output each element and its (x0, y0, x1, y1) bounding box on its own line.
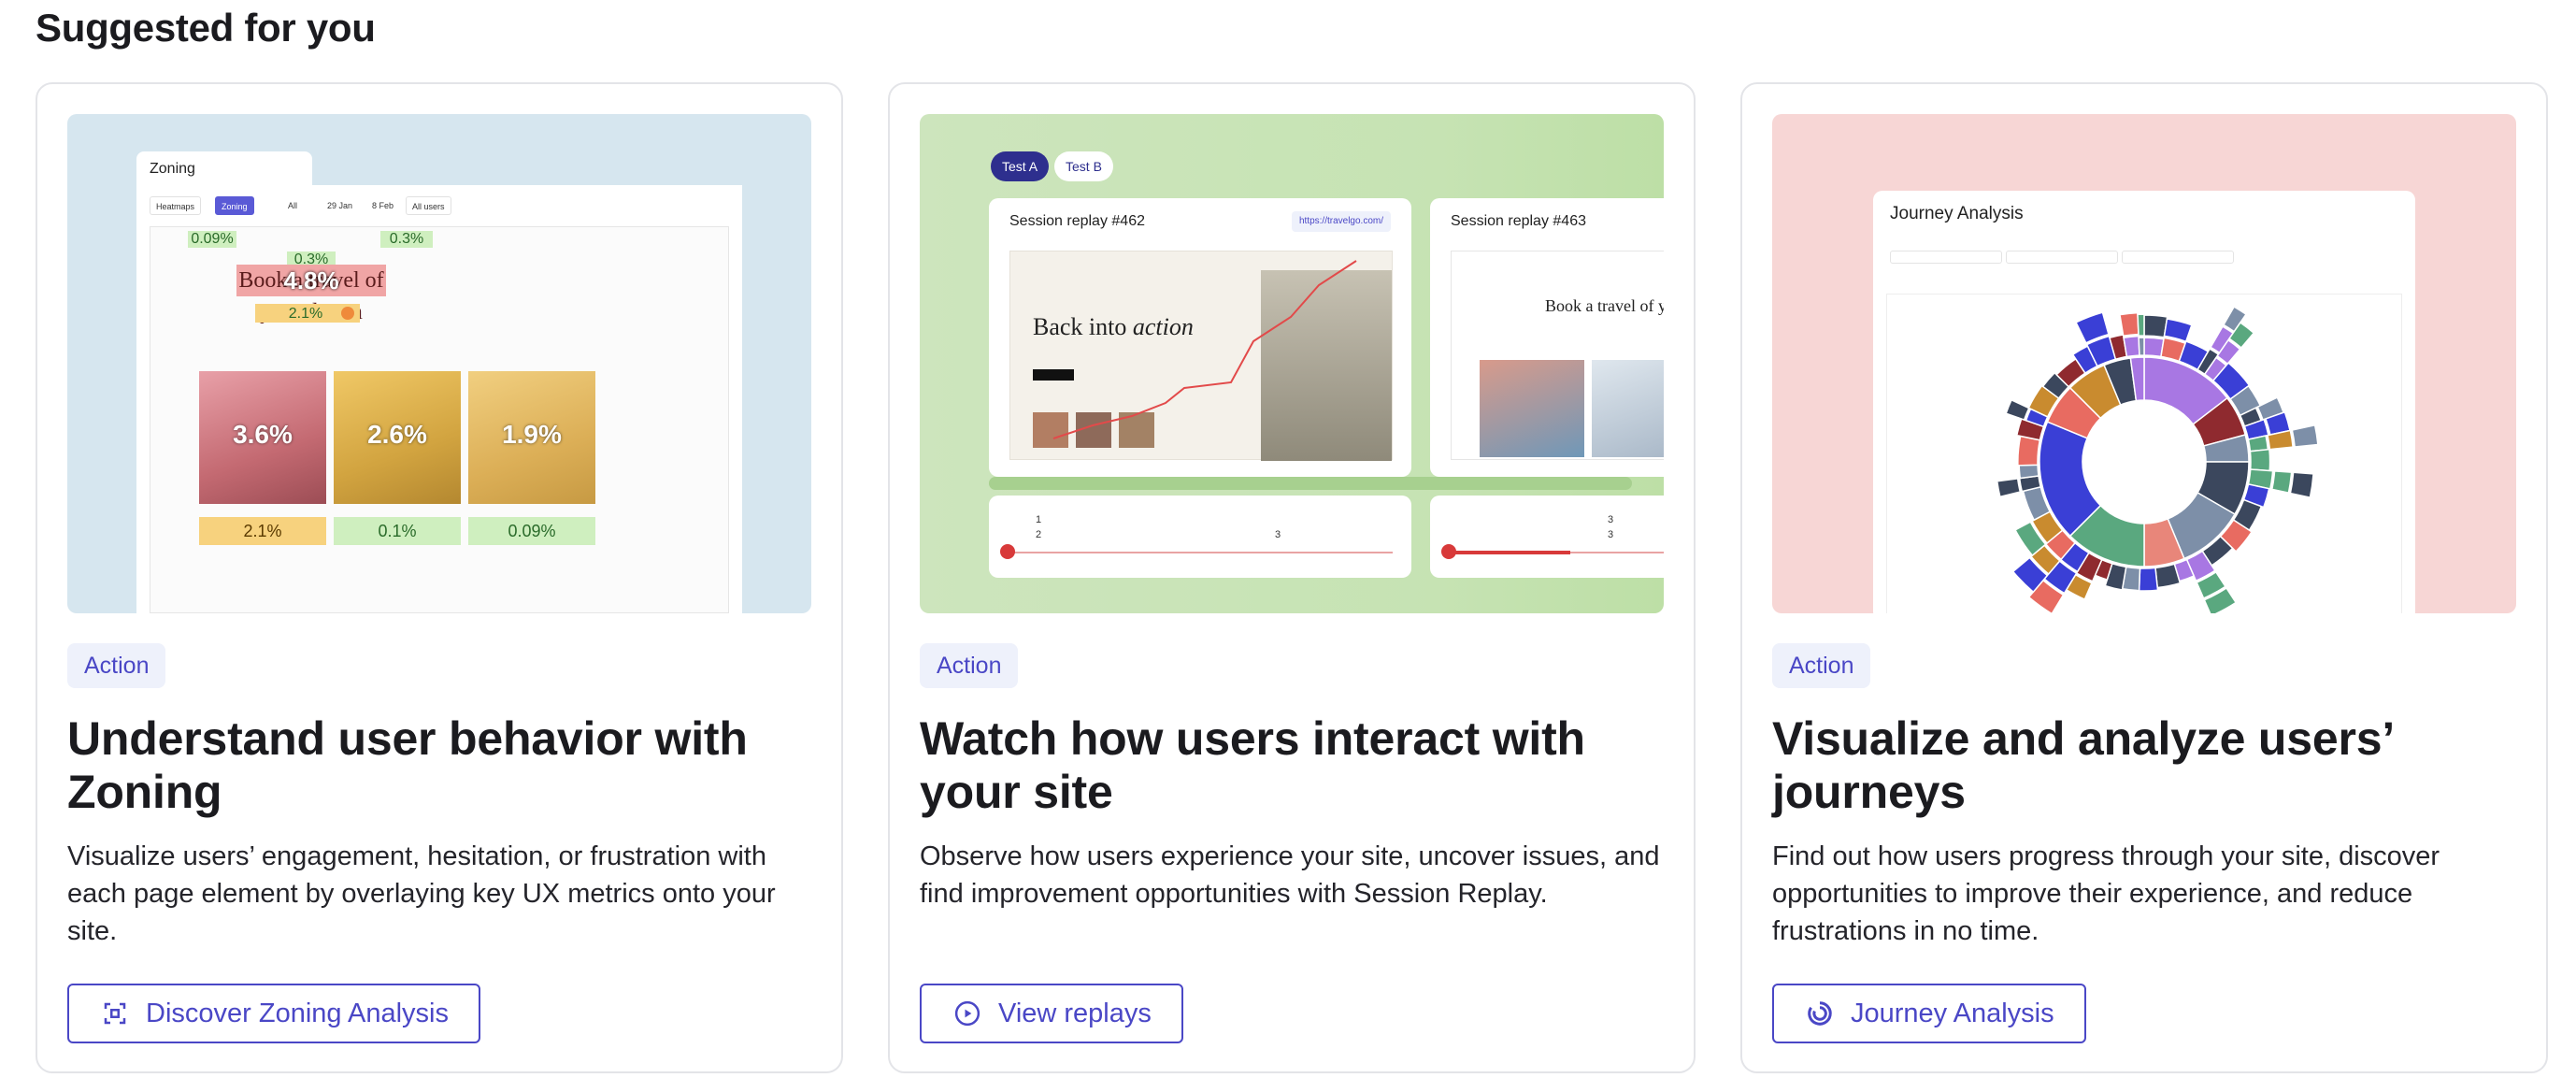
replay-title-2: Session replay #463 (1451, 213, 1586, 229)
zoning-window-body: Heatmaps Zoning All 29 Jan 8 Feb All use… (136, 185, 742, 613)
sunburst-segment (2138, 567, 2159, 592)
replay-url: https://travelgo.com/ (1291, 211, 1391, 232)
card-description: Find out how users progress through your… (1772, 841, 2440, 946)
zone-metric: 0.1% (334, 517, 461, 545)
sunburst-segment (1996, 478, 2022, 498)
end-date-chip: 8 Feb (372, 201, 394, 210)
segment-chip: All users (406, 196, 451, 215)
zoning-preview: Zoning Heatmaps Zoning All 29 Jan 8 Feb … (67, 114, 811, 613)
zone-image-villa: 2.6% (334, 371, 461, 504)
zone-metric: 2.1% (288, 306, 323, 322)
event-marker: 3 (1608, 529, 1614, 540)
zoning-card: Zoning Heatmaps Zoning All 29 Jan 8 Feb … (36, 82, 843, 1073)
sunburst-segment (2289, 471, 2314, 498)
sunburst-segment (2017, 435, 2041, 467)
sunburst-segment (2119, 311, 2140, 338)
sunburst-segment (2123, 335, 2140, 358)
replay-window-1: Session replay #462 https://travelgo.com… (989, 198, 1411, 477)
sunburst-segment (2291, 424, 2319, 448)
sunburst-segment (2143, 314, 2168, 338)
sunburst-segment (2018, 464, 2039, 480)
journey-icon (1808, 1001, 1832, 1026)
mouse-trail (1052, 260, 1357, 439)
discover-zoning-button[interactable]: Discover Zoning Analysis (67, 984, 480, 1043)
zoning-icon (104, 1002, 126, 1025)
journey-preview: Journey Analysis (1772, 114, 2516, 613)
replay-thumb (1592, 360, 1664, 457)
heatmaps-chip: Heatmaps (150, 196, 202, 215)
journey-analysis-button[interactable]: Journey Analysis (1772, 984, 2086, 1043)
event-marker: 3 (1275, 529, 1281, 540)
section-title: Suggested for you (36, 6, 376, 50)
pause-icon[interactable] (1000, 544, 1015, 559)
event-marker: 1 (1036, 514, 1042, 525)
test-a-tab: Test A (991, 151, 1050, 181)
view-replays-label: View replays (998, 999, 1152, 1028)
card-description: Visualize users’ engagement, hesitation,… (67, 841, 776, 946)
replay-thumb (1480, 360, 1584, 457)
zone-image-pool: 1.9% (468, 371, 595, 504)
card-description: Observe how users experience your site, … (920, 841, 1660, 909)
zone-metric: 0.09% (468, 517, 595, 545)
timeline-track (1008, 552, 1393, 553)
device-chip: All (288, 201, 298, 210)
replay-timeline-2: 3 3 (1430, 496, 1664, 578)
zone-metric: 2.6% (367, 420, 427, 449)
zone-metric: 2.1% (199, 517, 326, 545)
pause-icon[interactable] (1441, 544, 1456, 559)
sunburst-segment (2005, 398, 2030, 421)
discover-zoning-label: Discover Zoning Analysis (146, 999, 449, 1028)
replay-timeline-1: 1 2 3 (989, 496, 1411, 578)
scroll-track (1215, 477, 1632, 490)
zoning-window: Zoning Heatmaps Zoning All 29 Jan 8 Feb … (136, 151, 742, 613)
replay-window-2: Session replay #463 Book a travel of y (1430, 198, 1664, 477)
replay-card: Test A Test B Session replay #462 https:… (888, 82, 1696, 1073)
search-icon (341, 307, 354, 320)
replay-site-preview: Back into action (1009, 251, 1393, 461)
replay-preview: Test A Test B Session replay #462 https:… (920, 114, 1664, 613)
zoning-chip: Zoning (215, 196, 254, 215)
zone-image-venice: 3.6% (199, 371, 326, 504)
sunburst-segment (2270, 470, 2293, 495)
action-tag: Action (1772, 643, 1871, 688)
journey-sunburst (1996, 306, 2319, 613)
journey-analysis-label: Journey Analysis (1851, 999, 2054, 1028)
zoning-window-title: Zoning (150, 161, 195, 177)
action-tag: Action (920, 643, 1019, 688)
play-circle-icon (954, 1000, 980, 1027)
sunburst-segment (2249, 448, 2271, 472)
journey-card: Journey Analysis Action Visualize and an… (1740, 82, 2548, 1073)
replay-site-preview-2: Book a travel of y (1451, 251, 1664, 460)
view-replays-button[interactable]: View replays (920, 984, 1183, 1043)
sunburst-segment (2138, 337, 2145, 356)
zone-metric: 1.9% (502, 420, 562, 449)
zone-metric: 0.3% (380, 231, 433, 248)
card-title: Visualize and analyze users’ journeys (1772, 712, 2393, 818)
zone-metric: 4.8% (283, 266, 339, 295)
card-title: Understand user behavior with Zoning (67, 712, 748, 818)
zone-metric: 0.09% (188, 231, 236, 248)
replay-title-1: Session replay #462 (1009, 213, 1145, 229)
timeline-progress (1449, 551, 1570, 554)
start-date-chip: 29 Jan (327, 201, 353, 210)
replay-hero-text-2: Book a travel of y (1545, 296, 1664, 315)
card-title: Watch how users interact with your site (920, 712, 1585, 818)
event-marker: 3 (1608, 514, 1614, 525)
event-marker: 2 (1036, 529, 1042, 540)
sunburst-segment (2137, 313, 2145, 337)
zoning-page: 0.09% 0.3% 0.3% Book a travel of your dr… (150, 226, 729, 613)
action-tag: Action (67, 643, 166, 688)
zoning-window-tab: Zoning (136, 151, 312, 189)
zone-metric: 3.6% (233, 420, 293, 449)
test-b-tab: Test B (1054, 151, 1113, 181)
